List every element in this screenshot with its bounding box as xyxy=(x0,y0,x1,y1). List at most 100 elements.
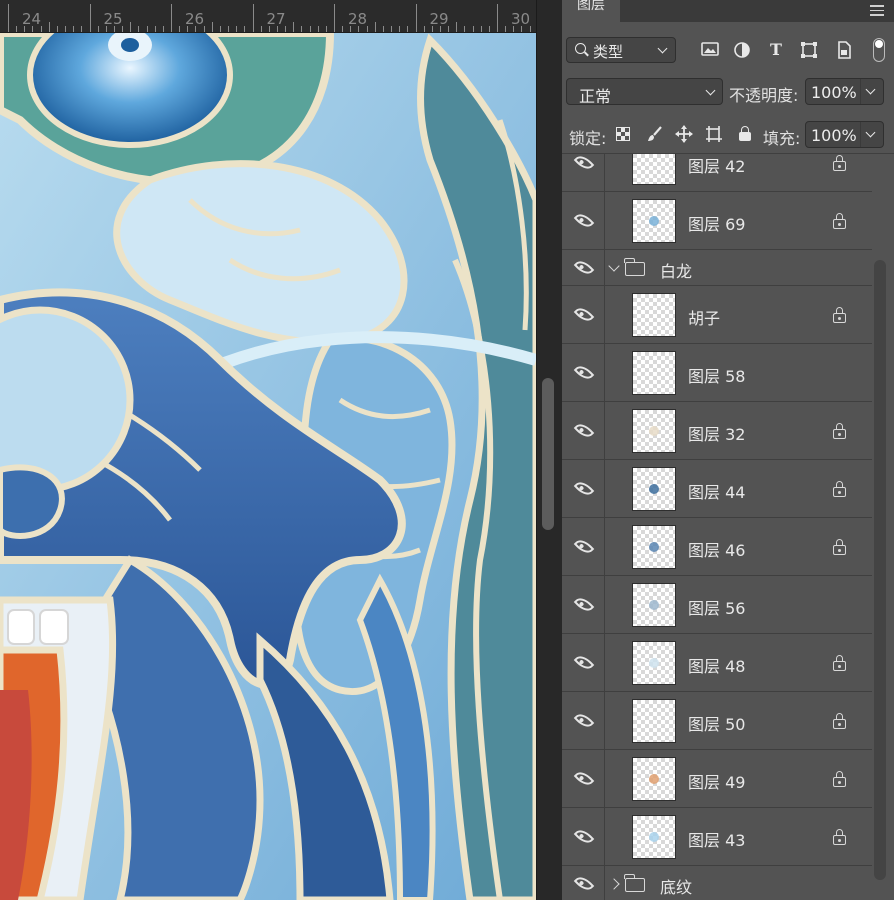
layer-row[interactable]: 图层 43 xyxy=(562,808,872,866)
visibility-eye-icon[interactable] xyxy=(573,594,595,615)
layers-scrollbar[interactable] xyxy=(874,260,886,880)
visibility-eye-icon[interactable] xyxy=(573,478,595,499)
lock-icon xyxy=(833,539,847,555)
row-separator xyxy=(604,286,605,343)
thumbnail-content xyxy=(649,774,659,784)
smart-object-filter-icon[interactable] xyxy=(835,41,853,59)
ruler-minor-tick xyxy=(211,22,213,32)
layer-row[interactable]: 图层 49 xyxy=(562,750,872,808)
visibility-eye-icon[interactable] xyxy=(573,420,595,441)
fill-field[interactable]: 100% xyxy=(805,121,884,148)
row-separator xyxy=(604,866,605,900)
lock-position-icon[interactable] xyxy=(675,125,693,143)
layer-thumbnail xyxy=(632,699,676,743)
visibility-eye-icon[interactable] xyxy=(573,768,595,789)
visibility-eye-icon[interactable] xyxy=(573,257,595,278)
lock-icon xyxy=(833,213,847,229)
visibility-eye-icon[interactable] xyxy=(573,536,595,557)
ruler-label: 24 xyxy=(22,10,42,28)
blend-mode-select[interactable]: 正常 xyxy=(566,78,723,106)
visibility-eye-icon[interactable] xyxy=(573,304,595,325)
lock-artboard-icon[interactable] xyxy=(705,125,723,143)
layer-group-row[interactable]: 底纹 xyxy=(562,866,872,900)
folder-icon xyxy=(624,874,645,892)
fill-dropdown-button[interactable] xyxy=(860,122,883,147)
layer-row[interactable]: 胡子 xyxy=(562,286,872,344)
layer-thumbnail xyxy=(632,409,676,453)
opacity-dropdown-button[interactable] xyxy=(860,79,883,104)
thumbnail-content xyxy=(649,542,659,552)
panel-menu-icon[interactable] xyxy=(870,2,884,19)
lock-all-icon[interactable] xyxy=(736,124,754,142)
ruler-minor-tick xyxy=(260,26,262,32)
chevron-down-icon[interactable] xyxy=(608,260,620,272)
shape-filter-icon[interactable] xyxy=(800,41,818,59)
document-canvas[interactable] xyxy=(0,33,536,900)
type-filter-icon[interactable]: T xyxy=(767,41,785,59)
ruler-minor-tick xyxy=(399,26,401,32)
layer-row[interactable]: 图层 56 xyxy=(562,576,872,634)
layer-thumbnail xyxy=(632,467,676,511)
thumbnail-content xyxy=(649,600,659,610)
layer-row[interactable]: 图层 44 xyxy=(562,460,872,518)
visibility-eye-icon[interactable] xyxy=(573,826,595,847)
visibility-eye-icon[interactable] xyxy=(573,210,595,231)
chevron-right-icon[interactable] xyxy=(608,878,620,890)
ruler-minor-tick xyxy=(244,26,246,32)
lock-image-pixels-icon[interactable] xyxy=(646,125,664,143)
layer-group-row[interactable]: 白龙 xyxy=(562,250,872,286)
ruler-minor-tick xyxy=(138,26,140,32)
ruler-minor-tick xyxy=(309,26,311,32)
layer-row[interactable]: 图层 58 xyxy=(562,344,872,402)
lock-transparent-pixels-icon[interactable] xyxy=(616,127,630,141)
layer-thumbnail xyxy=(632,199,676,243)
ruler-minor-tick xyxy=(342,26,344,32)
layer-row[interactable]: 图层 42 xyxy=(562,154,872,192)
canvas-scrollbar-thumb[interactable] xyxy=(542,378,554,530)
thumbnail-content xyxy=(649,484,659,494)
adjustment-filter-icon[interactable] xyxy=(733,41,751,59)
layer-name: 图层 69 xyxy=(688,215,746,234)
layer-row[interactable]: 图层 32 xyxy=(562,402,872,460)
layer-row[interactable]: 图层 69 xyxy=(562,192,872,250)
layer-row[interactable]: 图层 48 xyxy=(562,634,872,692)
chevron-down-icon xyxy=(657,43,668,54)
visibility-eye-icon[interactable] xyxy=(573,362,595,383)
layer-thumbnail xyxy=(632,525,676,569)
ruler-minor-tick xyxy=(464,26,466,32)
ruler-major-tick xyxy=(252,4,254,32)
ruler-minor-tick xyxy=(16,26,18,32)
thumbnail-content xyxy=(649,426,659,436)
ruler-minor-tick xyxy=(236,26,238,32)
lock-icon xyxy=(833,771,847,787)
row-separator xyxy=(604,154,605,191)
ruler-minor-tick xyxy=(154,26,156,32)
row-separator xyxy=(604,576,605,633)
ruler-minor-tick xyxy=(146,26,148,32)
filter-kind-select[interactable]: 类型 xyxy=(566,37,676,63)
ruler-label: 25 xyxy=(103,10,123,28)
ruler-major-tick xyxy=(8,4,9,32)
visibility-eye-icon[interactable] xyxy=(573,873,595,894)
layer-name: 图层 32 xyxy=(688,425,746,444)
layer-thumbnail xyxy=(632,351,676,395)
ruler-minor-tick xyxy=(472,26,474,32)
ruler-minor-tick xyxy=(179,26,181,32)
visibility-eye-icon[interactable] xyxy=(573,710,595,731)
layer-name: 图层 48 xyxy=(688,657,746,676)
layer-row[interactable]: 图层 46 xyxy=(562,518,872,576)
row-separator xyxy=(604,518,605,575)
visibility-eye-icon[interactable] xyxy=(573,154,595,173)
layer-name: 图层 43 xyxy=(688,831,746,850)
tab-layers[interactable]: 图层 xyxy=(562,0,620,22)
visibility-eye-icon[interactable] xyxy=(573,652,595,673)
layer-name: 图层 56 xyxy=(688,599,746,618)
horizontal-ruler[interactable]: 24 25 26 27 28 29 30 xyxy=(0,0,536,33)
layer-row[interactable]: 图层 50 xyxy=(562,692,872,750)
opacity-field[interactable]: 100% xyxy=(805,78,884,105)
canvas-vertical-scrollbar[interactable] xyxy=(536,0,563,900)
artwork xyxy=(0,33,536,900)
layer-name: 图层 46 xyxy=(688,541,746,560)
image-filter-icon[interactable] xyxy=(701,41,719,59)
filter-toggle-switch[interactable] xyxy=(873,38,885,62)
